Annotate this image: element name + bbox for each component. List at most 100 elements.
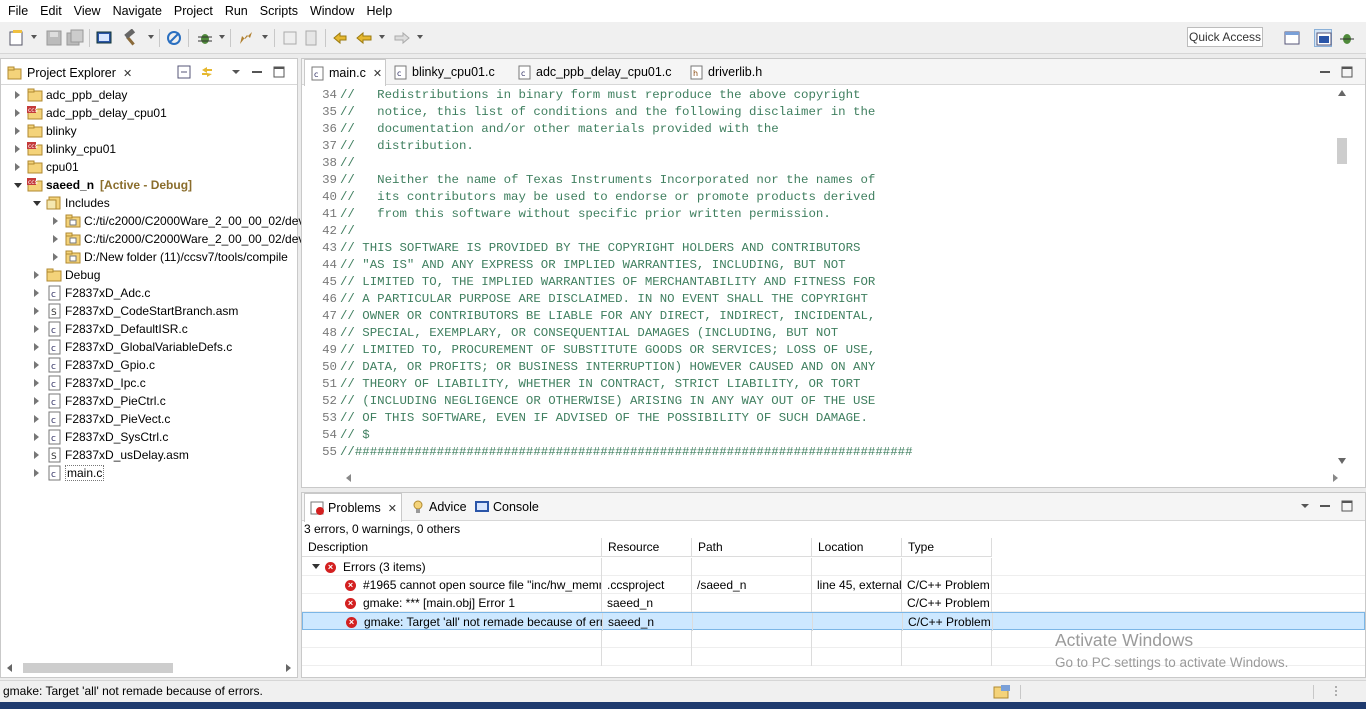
tree-item[interactable]: c F2837xD_DefaultISR.c (1, 320, 188, 338)
back-icon[interactable] (355, 29, 373, 47)
collapsed-twisty-icon[interactable] (32, 432, 42, 442)
menu-window[interactable]: Window (304, 0, 360, 22)
editor-tab[interactable]: c adc_ppb_delay_cpu01.c (512, 59, 682, 85)
collapsed-twisty-icon[interactable] (13, 162, 23, 172)
expanded-twisty-icon[interactable] (311, 561, 321, 571)
column-header[interactable]: Location (812, 538, 902, 557)
link-with-editor-icon[interactable] (200, 65, 214, 79)
tree-item[interactable]: ccs blinky_cpu01 (1, 140, 116, 158)
column-header[interactable]: Path (692, 538, 812, 557)
menu-run[interactable]: Run (219, 0, 254, 22)
tree-item[interactable]: c F2837xD_Ipc.c (1, 374, 146, 392)
editor-tab[interactable]: c blinky_cpu01.c (388, 59, 506, 85)
menu-navigate[interactable]: Navigate (107, 0, 168, 22)
collapsed-twisty-icon[interactable] (32, 270, 42, 280)
tree-item[interactable]: Debug (1, 266, 100, 284)
problems-minimize-icon[interactable] (1318, 499, 1332, 513)
tree-item[interactable]: c F2837xD_Gpio.c (1, 356, 155, 374)
ccs-debug-perspective-icon[interactable] (1338, 29, 1356, 47)
menu-view[interactable]: View (68, 0, 107, 22)
column-header[interactable]: Type (902, 538, 992, 557)
flash-dropdown-icon[interactable] (262, 35, 268, 39)
editor-minimize-icon[interactable] (1318, 65, 1332, 79)
collapsed-twisty-icon[interactable] (13, 144, 23, 154)
tree-item[interactable]: c F2837xD_Adc.c (1, 284, 150, 302)
close-icon[interactable]: ✕ (388, 502, 397, 515)
menu-project[interactable]: Project (168, 0, 219, 22)
collapsed-twisty-icon[interactable] (13, 90, 23, 100)
debug-dropdown-icon[interactable] (219, 35, 225, 39)
editor-maximize-icon[interactable] (1340, 65, 1354, 79)
collapsed-twisty-icon[interactable] (32, 468, 42, 478)
tree-item[interactable]: c F2837xD_PieVect.c (1, 410, 170, 428)
tree-item[interactable]: c F2837xD_SysCtrl.c (1, 428, 168, 446)
close-icon[interactable]: ✕ (373, 67, 382, 80)
collapsed-twisty-icon[interactable] (13, 126, 23, 136)
tree-item[interactable]: ccs adc_ppb_delay_cpu01 (1, 104, 167, 122)
tree-item[interactable]: c F2837xD_GlobalVariableDefs.c (1, 338, 232, 356)
error-group-row[interactable]: × Errors (3 items) (302, 558, 1365, 576)
code-editor[interactable]: 34// Redistributions in binary form must… (302, 87, 1332, 469)
problem-row[interactable]: × gmake: Target 'all' not remade because … (302, 612, 1365, 631)
tree-item[interactable]: blinky (1, 122, 77, 140)
tree-item[interactable]: S F2837xD_usDelay.asm (1, 446, 189, 464)
problems-maximize-icon[interactable] (1340, 499, 1354, 513)
collapsed-twisty-icon[interactable] (32, 324, 42, 334)
editor-tab[interactable]: c main.c ✕ (304, 59, 386, 86)
menu-file[interactable]: File (2, 0, 34, 22)
editor-tab[interactable]: h driverlib.h (684, 59, 784, 85)
tree-item[interactable]: C:/ti/c2000/C2000Ware_2_00_00_02/dev (1, 212, 304, 230)
close-icon[interactable]: ✕ (123, 67, 132, 80)
open-perspective-icon[interactable] (1283, 29, 1301, 47)
tree-item[interactable]: D:/New folder (11)/ccsv7/tools/compile (1, 248, 288, 266)
collapsed-twisty-icon[interactable] (51, 216, 61, 226)
view-menu-icon[interactable] (229, 65, 243, 79)
collapsed-twisty-icon[interactable] (32, 396, 42, 406)
collapsed-twisty-icon[interactable] (13, 108, 23, 118)
forward-icon[interactable] (393, 29, 411, 47)
menu-help[interactable]: Help (360, 0, 398, 22)
tree-item[interactable]: ccs saeed_n [Active - Debug] (1, 176, 192, 194)
tree-item[interactable]: c main.c (1, 464, 105, 482)
toggle-mark-icon[interactable] (281, 29, 299, 47)
problem-row[interactable]: × gmake: *** [main.obj] Error 1 saeed_n C/C… (302, 594, 1365, 612)
forward-dropdown-icon[interactable] (417, 35, 423, 39)
explorer-horizontal-scrollbar[interactable] (3, 661, 295, 675)
terminal-icon[interactable] (95, 29, 113, 47)
collapsed-twisty-icon[interactable] (32, 360, 42, 370)
tree-item[interactable]: cpu01 (1, 158, 79, 176)
expanded-twisty-icon[interactable] (32, 198, 42, 208)
tree-item[interactable]: C:/ti/c2000/C2000Ware_2_00_00_02/dev (1, 230, 304, 248)
tree-item[interactable]: Includes (1, 194, 110, 212)
save-all-icon[interactable] (66, 29, 84, 47)
tree-item[interactable]: S F2837xD_CodeStartBranch.asm (1, 302, 238, 320)
editor-vertical-scrollbar[interactable] (1335, 87, 1349, 467)
tab-problems[interactable]: Problems ✕ (304, 493, 402, 522)
new-icon[interactable] (8, 29, 26, 47)
new-dropdown-icon[interactable] (31, 35, 37, 39)
debug-bug-icon[interactable] (196, 29, 214, 47)
quick-access-field[interactable]: Quick Access (1187, 27, 1263, 47)
tab-project-explorer[interactable]: Project Explorer ✕ (7, 63, 132, 83)
save-icon[interactable] (45, 29, 63, 47)
collapsed-twisty-icon[interactable] (51, 234, 61, 244)
build-dropdown-icon[interactable] (148, 35, 154, 39)
menu-scripts[interactable]: Scripts (254, 0, 304, 22)
editor-horizontal-scrollbar[interactable] (342, 471, 1342, 485)
column-header[interactable]: Description (302, 538, 602, 557)
tree-item[interactable]: adc_ppb_delay (1, 86, 127, 104)
back-dropdown-icon[interactable] (379, 35, 385, 39)
maximize-icon[interactable] (272, 65, 286, 79)
collapsed-twisty-icon[interactable] (32, 414, 42, 424)
build-status-icon[interactable] (993, 684, 1011, 700)
block-icon[interactable] (302, 29, 320, 47)
minimize-icon[interactable] (250, 65, 264, 79)
collapsed-twisty-icon[interactable] (32, 378, 42, 388)
collapsed-twisty-icon[interactable] (32, 306, 42, 316)
tab-console[interactable]: Console (470, 493, 550, 521)
problems-view-menu-icon[interactable] (1298, 499, 1312, 513)
collapsed-twisty-icon[interactable] (51, 252, 61, 262)
last-edit-icon[interactable] (331, 29, 349, 47)
collapsed-twisty-icon[interactable] (32, 288, 42, 298)
expanded-twisty-icon[interactable] (13, 180, 23, 190)
